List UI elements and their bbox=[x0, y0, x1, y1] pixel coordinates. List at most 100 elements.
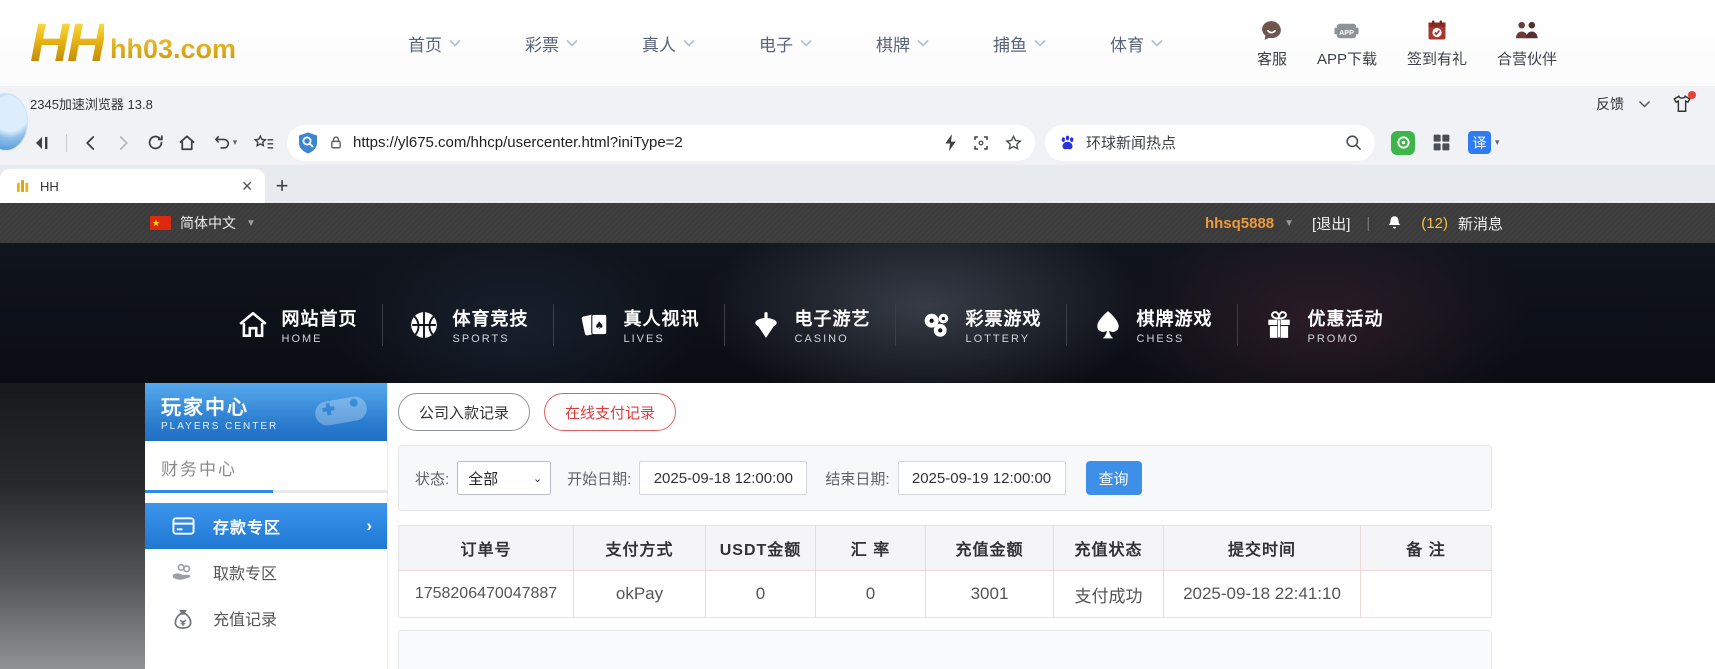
status-select[interactable]: 全部 ⌄ bbox=[457, 461, 551, 495]
svg-text:APP: APP bbox=[1340, 28, 1355, 37]
top-nav-chess[interactable]: 棋牌 bbox=[876, 31, 929, 56]
top-nav: 首页 彩票 真人 电子 棋牌 捕鱼 bbox=[408, 31, 1163, 56]
nav-zh: 优惠活动 bbox=[1308, 305, 1384, 331]
tab-title: HH bbox=[40, 179, 241, 194]
china-flag-icon: ★ bbox=[150, 216, 171, 230]
recharge-record-icon bbox=[171, 606, 195, 630]
main-nav-home[interactable]: 网站首页 HOME bbox=[212, 305, 382, 345]
apps-grid-icon[interactable] bbox=[1431, 132, 1452, 153]
translate-button[interactable]: 译 bbox=[1468, 131, 1491, 154]
end-date-input[interactable]: 2025-09-19 12:00:00 bbox=[898, 461, 1066, 495]
baidu-paw-icon bbox=[1057, 133, 1078, 153]
sidebar-item-recharge-record[interactable]: 充值记录 bbox=[145, 595, 387, 641]
skin-theme-button[interactable] bbox=[1671, 94, 1693, 114]
nav-en: HOME bbox=[282, 333, 358, 345]
username-link[interactable]: hhsq5888 bbox=[1205, 215, 1274, 232]
main-nav-sports[interactable]: 体育竞技SPORTS bbox=[383, 305, 553, 345]
pagination-box bbox=[398, 630, 1492, 669]
top-nav-home[interactable]: 首页 bbox=[408, 31, 461, 56]
roulette-icon bbox=[749, 308, 783, 342]
sports-ball-icon bbox=[407, 308, 441, 342]
browser-search-box[interactable]: 环球新闻热点 bbox=[1045, 125, 1375, 161]
undo-closed-tab-button[interactable]: ▾ bbox=[203, 127, 247, 159]
payment-records-table: 订单号 支付方式 USDT金额 汇 率 充值金额 充值状态 提交时间 备 注 1… bbox=[398, 525, 1492, 618]
tab-online-payment-records[interactable]: 在线支付记录 bbox=[544, 393, 676, 431]
user-bar-right: hhsq5888 ▼ [退出] | (12) 新消息 bbox=[1205, 213, 1503, 234]
titlebar-right: 反馈 bbox=[1596, 94, 1693, 114]
bell-icon[interactable] bbox=[1386, 214, 1403, 232]
logout-link[interactable]: [退出] bbox=[1312, 213, 1350, 234]
top-nav-live[interactable]: 真人 bbox=[642, 31, 695, 56]
language-selector[interactable]: ★ 简体中文 ▼ bbox=[150, 213, 256, 233]
nav-en: LOTTERY bbox=[966, 333, 1042, 345]
chevron-down-icon bbox=[917, 39, 929, 47]
col-usdt-amount: USDT金额 bbox=[706, 526, 816, 570]
user-bar: ★ 简体中文 ▼ hhsq5888 ▼ [退出] | (12) 新消息 bbox=[0, 203, 1715, 243]
chevron-down-icon bbox=[566, 39, 578, 47]
quick-link-app-download[interactable]: APP APP下载 bbox=[1317, 18, 1377, 69]
screenshot-icon[interactable] bbox=[972, 134, 990, 152]
toolbar-divider bbox=[66, 134, 67, 152]
tab-company-deposit-records[interactable]: 公司入款记录 bbox=[398, 393, 530, 431]
end-date-label: 结束日期: bbox=[825, 468, 889, 489]
home-button[interactable] bbox=[171, 127, 203, 159]
app-download-icon: APP bbox=[1333, 18, 1360, 44]
site-safety-shield-icon bbox=[297, 131, 319, 155]
chevron-down-icon bbox=[1034, 39, 1046, 47]
player-center-sidebar: 玩家中心 PLAYERS CENTER 财务中心 存款专区 › bbox=[145, 383, 388, 669]
site-logo[interactable]: HH hh03.com bbox=[0, 19, 360, 68]
top-nav-label: 电子 bbox=[759, 31, 793, 56]
top-nav-slots[interactable]: 电子 bbox=[759, 31, 812, 56]
nav-zh: 网站首页 bbox=[282, 305, 358, 331]
col-rate: 汇 率 bbox=[816, 526, 926, 570]
top-nav-label: 体育 bbox=[1110, 31, 1144, 56]
tab-close-icon[interactable]: ✕ bbox=[241, 178, 253, 195]
top-nav-lottery[interactable]: 彩票 bbox=[525, 31, 578, 56]
sidebar-item-deposit[interactable]: 存款专区 › bbox=[145, 503, 387, 549]
top-nav-sports[interactable]: 体育 bbox=[1110, 31, 1163, 56]
sidebar-item-label: 存款专区 bbox=[213, 514, 281, 538]
main-nav-live[interactable]: ♠ 真人视讯LIVES bbox=[554, 305, 724, 345]
cell-rate: 0 bbox=[816, 571, 926, 617]
finance-center-title: 财务中心 bbox=[161, 455, 387, 490]
sidebar-header: 玩家中心 PLAYERS CENTER bbox=[145, 383, 387, 441]
collapse-sidebar-button[interactable] bbox=[26, 127, 58, 159]
playing-cards-icon: ♠ bbox=[578, 308, 612, 342]
page-body: 玩家中心 PLAYERS CENTER 财务中心 存款专区 › bbox=[0, 383, 1715, 669]
message-label[interactable]: 新消息 bbox=[1458, 213, 1503, 234]
browser-toolbar: ▾ https://yl675.com/hhcp/usercenter.html… bbox=[0, 120, 1715, 165]
extension-area: 译 ▾ bbox=[1391, 131, 1500, 155]
quick-link-checkin[interactable]: 签到有礼 bbox=[1407, 18, 1467, 69]
quick-link-customer-service[interactable]: 客服 bbox=[1257, 18, 1287, 69]
cell-order-no: 1758206470047887 bbox=[399, 571, 574, 617]
speed-mode-icon[interactable] bbox=[943, 133, 958, 152]
new-tab-button[interactable]: + bbox=[265, 169, 299, 203]
top-nav-fishing[interactable]: 捕鱼 bbox=[993, 31, 1046, 56]
start-date-input[interactable]: 2025-09-18 12:00:00 bbox=[639, 461, 807, 495]
main-nav-casino[interactable]: 电子游艺CASINO bbox=[725, 305, 895, 345]
feedback-button[interactable]: 反馈 bbox=[1596, 94, 1651, 114]
caret-down-icon[interactable]: ▼ bbox=[1284, 218, 1294, 229]
browser-titlebar: 2345加速浏览器 13.8 反馈 bbox=[0, 87, 1715, 120]
withdraw-hand-icon bbox=[171, 560, 195, 584]
message-count[interactable]: (12) bbox=[1421, 215, 1448, 232]
query-button[interactable]: 查询 bbox=[1086, 461, 1142, 495]
adblock-extension-icon[interactable] bbox=[1391, 131, 1415, 155]
tab-label: 公司入款记录 bbox=[419, 402, 509, 423]
address-bar[interactable]: https://yl675.com/hhcp/usercenter.html?i… bbox=[287, 125, 1035, 161]
refresh-button[interactable] bbox=[139, 127, 171, 159]
forward-button[interactable] bbox=[107, 127, 139, 159]
browser-tab-hh[interactable]: HH ✕ bbox=[0, 169, 265, 203]
quick-link-partners[interactable]: 合营伙伴 bbox=[1497, 18, 1557, 69]
search-icon[interactable] bbox=[1344, 133, 1363, 152]
favorites-button[interactable] bbox=[247, 127, 279, 159]
chevron-down-icon bbox=[1638, 100, 1651, 108]
main-nav-lottery[interactable]: 彩票游戏LOTTERY bbox=[896, 305, 1066, 345]
top-nav-label: 棋牌 bbox=[876, 31, 910, 56]
main-nav-promo[interactable]: 优惠活动PROMO bbox=[1238, 305, 1408, 345]
sidebar-item-withdraw[interactable]: 取款专区 bbox=[145, 549, 387, 595]
back-button[interactable] bbox=[75, 127, 107, 159]
bookmark-star-icon[interactable] bbox=[1004, 134, 1023, 152]
chevron-down-icon[interactable]: ▾ bbox=[1495, 137, 1500, 148]
main-nav-chess[interactable]: 棋牌游戏CHESS bbox=[1067, 305, 1237, 345]
